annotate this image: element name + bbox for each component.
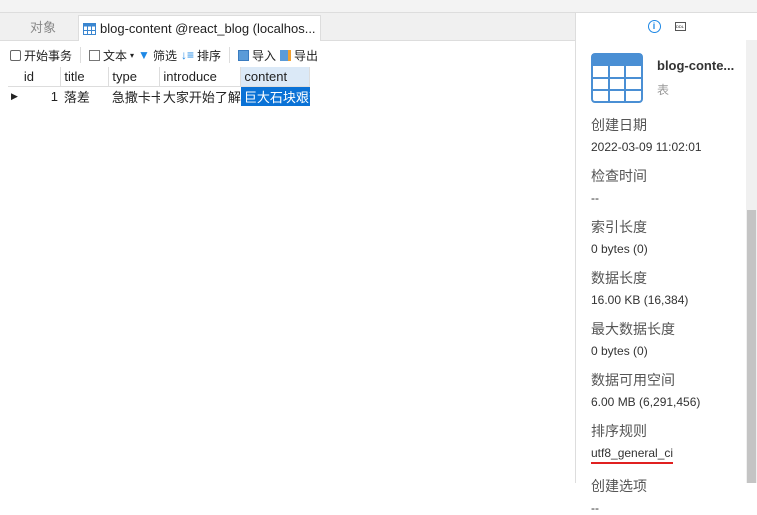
sort-button[interactable]: ↓≡ 排序 bbox=[181, 47, 221, 64]
toolbar: 开始事务 文本 ▾ ▼ 筛选 ↓≡ 排序 导入 导出 bbox=[0, 44, 575, 66]
property-value-text: -- bbox=[591, 191, 599, 205]
tab-label: blog-content @react_blog (localhos... bbox=[100, 20, 316, 36]
property-value: 2022-03-09 11:02:01 bbox=[591, 140, 741, 154]
cell-content[interactable]: 巨大石块艰苦 bbox=[240, 86, 310, 106]
scrollbar-thumb[interactable] bbox=[747, 210, 756, 483]
info-icon[interactable]: i bbox=[647, 20, 661, 33]
property-value-text: 2022-03-09 11:02:01 bbox=[591, 140, 702, 154]
property-value: 0 bytes (0) bbox=[591, 344, 741, 358]
property-value-text: 0 bytes (0) bbox=[591, 242, 648, 256]
label: 开始事务 bbox=[24, 48, 73, 63]
property-value-text: 6.00 MB (6,291,456) bbox=[591, 395, 701, 409]
table-large-icon bbox=[591, 53, 643, 103]
export-icon bbox=[280, 49, 291, 61]
column-header-id[interactable]: id bbox=[20, 67, 62, 87]
import-button[interactable]: 导入 bbox=[237, 47, 276, 64]
property-label: 数据长度 bbox=[591, 270, 647, 286]
menu-bar bbox=[0, 0, 757, 13]
property-value-text: utf8_general_ci bbox=[591, 446, 674, 464]
header-row: id title type introduce content bbox=[8, 67, 311, 87]
scrollbar[interactable] bbox=[746, 40, 757, 483]
tab-objects[interactable]: 对象 bbox=[8, 15, 78, 41]
property-value-text: -- bbox=[591, 501, 599, 515]
text-button[interactable]: 文本 ▾ bbox=[89, 47, 134, 64]
property-value: 6.00 MB (6,291,456) bbox=[591, 395, 741, 409]
divider bbox=[228, 47, 230, 63]
column-header-introduce[interactable]: introduce bbox=[159, 67, 242, 87]
object-kind: 表 bbox=[657, 83, 670, 97]
label: 文本 bbox=[103, 48, 128, 63]
property-label: 数据可用空间 bbox=[591, 372, 675, 388]
tab-bar: 对象 blog-content @react_blog (localhos... bbox=[0, 13, 575, 41]
label: 筛选 bbox=[152, 48, 177, 63]
import-icon bbox=[237, 49, 249, 61]
property-value-text: 16.00 KB (16,384) bbox=[591, 293, 689, 307]
property-label: 最大数据长度 bbox=[591, 321, 675, 337]
property-label: 排序规则 bbox=[591, 423, 647, 439]
cell-title[interactable]: 落差 bbox=[61, 86, 109, 106]
filter-button[interactable]: ▼ 筛选 bbox=[138, 47, 177, 64]
column-header-title[interactable]: title bbox=[60, 67, 110, 87]
current-row-indicator-icon: ▶ bbox=[11, 90, 18, 101]
property-label: 创建日期 bbox=[591, 117, 647, 133]
label: 导入 bbox=[251, 48, 276, 63]
begin-transaction-button[interactable]: 开始事务 bbox=[10, 47, 72, 64]
export-button[interactable]: 导出 bbox=[280, 47, 318, 64]
property-value: utf8_general_ci bbox=[591, 446, 741, 464]
property-label: 创建选项 bbox=[591, 478, 647, 494]
filter-icon: ▼ bbox=[138, 48, 150, 62]
property-label: 检查时间 bbox=[591, 168, 647, 184]
label: 导出 bbox=[294, 48, 319, 63]
document-icon bbox=[89, 49, 101, 61]
ddl-icon[interactable]: DDL bbox=[674, 22, 686, 31]
table-row[interactable]: ▶ 1 落差 急撒卡卡 大家开始了解卡 巨大石块艰苦 bbox=[8, 86, 310, 106]
column-header-content[interactable]: content bbox=[240, 67, 311, 87]
cell-id[interactable]: 1 bbox=[21, 86, 61, 106]
tab-blog-content[interactable]: blog-content @react_blog (localhos... bbox=[78, 15, 321, 41]
property-value: 0 bytes (0) bbox=[591, 242, 741, 256]
label: 排序 bbox=[196, 48, 221, 63]
divider bbox=[80, 47, 82, 63]
sort-icon: ↓≡ bbox=[180, 48, 194, 62]
dropdown-arrow-icon: ▾ bbox=[130, 50, 135, 60]
property-value-text: 0 bytes (0) bbox=[591, 344, 648, 358]
property-label: 索引长度 bbox=[591, 219, 647, 235]
info-panel: i DDL blog-conte... 表 创建日期 2022-03-09 11:0… bbox=[575, 13, 757, 515]
cell-type[interactable]: 急撒卡卡 bbox=[109, 86, 160, 106]
property-value: -- bbox=[591, 501, 741, 515]
object-name: blog-conte... bbox=[657, 58, 735, 73]
data-grid: id title type introduce content ▶ 1 落差 急… bbox=[8, 67, 311, 106]
transaction-icon bbox=[10, 49, 21, 61]
property-value: -- bbox=[591, 191, 741, 205]
property-value: 16.00 KB (16,384) bbox=[591, 293, 741, 307]
cell-introduce[interactable]: 大家开始了解卡 bbox=[160, 86, 241, 106]
table-icon bbox=[83, 22, 96, 35]
column-header-type[interactable]: type bbox=[108, 67, 161, 87]
row-indicator-header bbox=[8, 67, 21, 87]
